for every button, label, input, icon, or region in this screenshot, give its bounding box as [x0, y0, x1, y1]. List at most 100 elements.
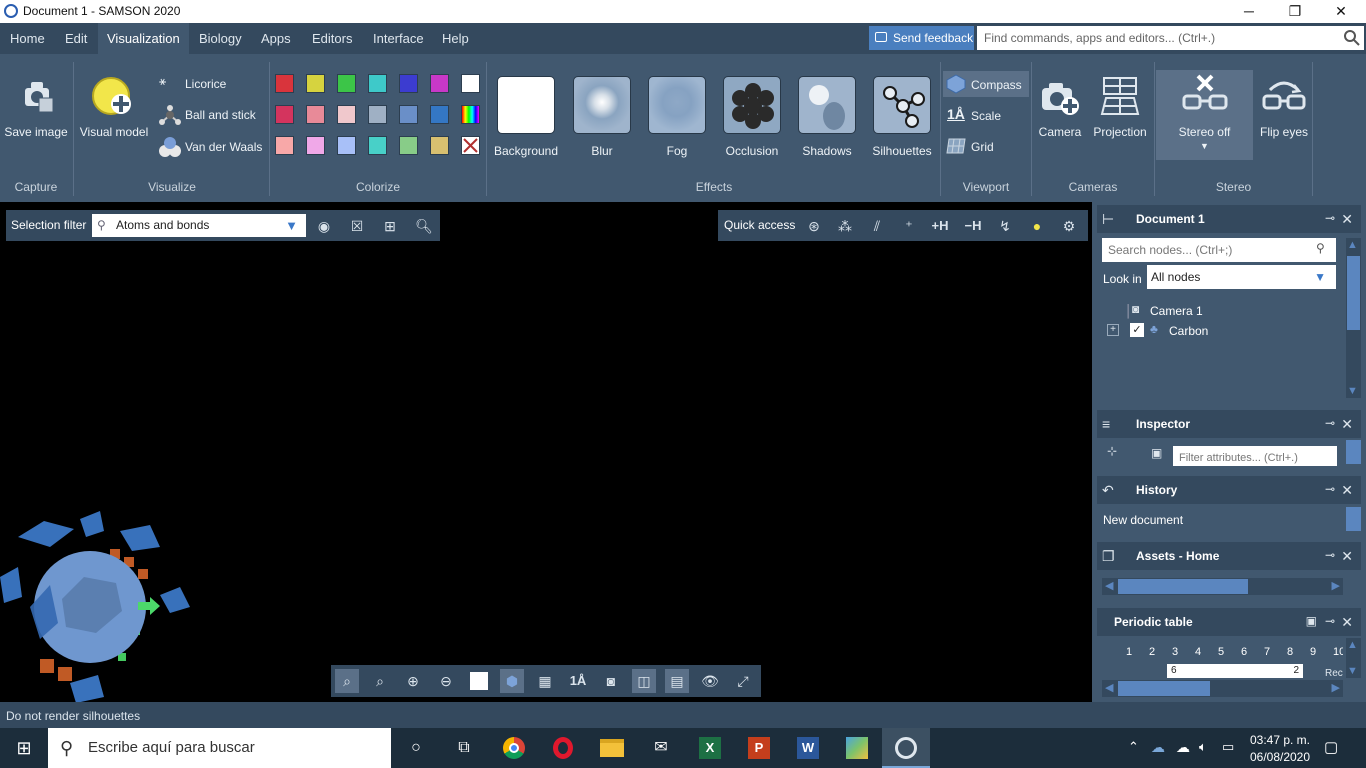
tooltip-toggle-icon[interactable]: ◫: [632, 669, 656, 693]
cloud-sync-icon[interactable]: ☁: [1151, 739, 1165, 756]
color-swatch[interactable]: [430, 136, 449, 155]
remove-hydrogens-button[interactable]: −H: [961, 214, 985, 238]
color-swatch[interactable]: [275, 136, 294, 155]
zoom-in-icon[interactable]: ⊕: [401, 669, 425, 693]
zoom-fit-icon[interactable]: ⌕: [335, 669, 359, 693]
tree-node-carbon[interactable]: Carbon: [1169, 324, 1208, 338]
camera-toggle-icon[interactable]: ◙: [599, 669, 623, 693]
scrollbar[interactable]: [1346, 440, 1361, 464]
save-image-button[interactable]: Save image: [4, 76, 68, 140]
horizontal-scrollbar[interactable]: ◀ ▶: [1102, 680, 1343, 697]
visibility-checkbox[interactable]: ✓: [1130, 323, 1144, 337]
color-swatch[interactable]: [430, 105, 449, 124]
volume-icon[interactable]: 🔈︎: [1199, 739, 1207, 755]
tab-interface[interactable]: Interface: [364, 23, 433, 54]
task-view-icon[interactable]: ⧉: [440, 728, 488, 768]
scale-button[interactable]: 1Å Scale: [943, 104, 1029, 126]
tab-editors[interactable]: Editors: [303, 23, 361, 54]
word-icon[interactable]: W: [784, 728, 832, 768]
occlusion-button[interactable]: Occlusion: [716, 76, 788, 162]
compass-button[interactable]: Compass: [943, 71, 1029, 97]
mail-icon[interactable]: ✉: [637, 728, 685, 768]
notifications-icon[interactable]: ▢: [1324, 738, 1338, 756]
grid-button[interactable]: Grid: [943, 135, 1029, 157]
pin-icon[interactable]: ⊸: [1325, 482, 1335, 496]
color-swatch[interactable]: [275, 74, 294, 93]
zoom-selection-icon[interactable]: ⌕: [368, 669, 392, 693]
shadows-button[interactable]: Shadows: [791, 76, 863, 162]
command-search-input[interactable]: Find commands, apps and editors... (Ctrl…: [977, 26, 1364, 50]
close-icon[interactable]: ✕: [1341, 211, 1353, 228]
node-search-input[interactable]: Search nodes... (Ctrl+;): [1102, 238, 1336, 262]
projection-button[interactable]: Projection: [1089, 76, 1151, 140]
scrollbar[interactable]: ▲ ▼: [1346, 638, 1361, 678]
look-in-dropdown[interactable]: All nodes ▼: [1147, 265, 1336, 289]
add-atoms-icon[interactable]: ⁂: [833, 214, 857, 238]
van-der-waals-button[interactable]: Van der Waals: [157, 136, 267, 158]
visual-model-icon[interactable]: ●: [1025, 214, 1049, 238]
close-button[interactable]: ✕: [1318, 0, 1364, 23]
background-button[interactable]: Background: [490, 76, 562, 162]
color-swatch[interactable]: [306, 105, 325, 124]
tab-apps[interactable]: Apps: [252, 23, 300, 54]
compass-gizmo[interactable]: [0, 507, 200, 707]
panel-toggle-icon[interactable]: ▤: [665, 669, 689, 693]
selection-filter-dropdown[interactable]: ⚲ Atoms and bonds ▼: [92, 214, 306, 237]
color-swatch[interactable]: [337, 136, 356, 155]
close-icon[interactable]: ✕: [1341, 548, 1353, 565]
select-atoms-icon[interactable]: ◉: [312, 214, 336, 238]
taskbar-search-input[interactable]: ⚲ Escribe aquí para buscar: [48, 728, 391, 768]
windows-start-icon[interactable]: ⊞: [0, 728, 48, 768]
tab-visualization[interactable]: Visualization: [98, 23, 189, 54]
color-swatch[interactable]: [430, 74, 449, 93]
add-selection-icon[interactable]: ⊞: [378, 214, 402, 238]
visual-model-button[interactable]: Visual model: [78, 72, 150, 142]
pin-icon[interactable]: ⊸: [1325, 548, 1335, 562]
color-rainbow-swatch[interactable]: [461, 105, 480, 124]
minimize-energy-icon[interactable]: ↯: [993, 214, 1017, 238]
add-hydrogens-button[interactable]: +H: [928, 214, 952, 238]
settings-gear-icon[interactable]: ⚙: [1057, 214, 1081, 238]
color-swatch[interactable]: [337, 74, 356, 93]
color-swatch[interactable]: [306, 136, 325, 155]
network-icon[interactable]: ▭: [1222, 739, 1234, 755]
tray-chevron-icon[interactable]: ⌃: [1128, 739, 1139, 755]
samson-taskbar-icon[interactable]: [882, 728, 930, 768]
close-icon[interactable]: ✕: [1341, 416, 1353, 433]
compass-toggle-icon[interactable]: ⬢: [500, 669, 524, 693]
fog-button[interactable]: Fog: [641, 76, 713, 162]
scrollbar[interactable]: ▲ ▼: [1346, 238, 1361, 398]
cortana-icon[interactable]: ○: [392, 728, 440, 768]
color-swatch[interactable]: [368, 105, 387, 124]
tab-home[interactable]: Home: [1, 23, 54, 54]
scale-toggle-icon[interactable]: 1Å: [566, 669, 590, 693]
charge-icon[interactable]: ⁺: [897, 214, 921, 238]
onedrive-icon[interactable]: ☁: [1176, 739, 1190, 756]
stereo-off-button[interactable]: Stereo off ▼: [1156, 70, 1253, 160]
opera-icon[interactable]: [539, 728, 587, 768]
search-icon[interactable]: [1343, 29, 1361, 47]
color-swatch[interactable]: [306, 74, 325, 93]
attribute-filter-input[interactable]: Filter attributes... (Ctrl+.): [1173, 446, 1337, 466]
color-swatch[interactable]: [275, 105, 294, 124]
color-swatch[interactable]: [337, 105, 356, 124]
scrollbar[interactable]: [1346, 507, 1361, 531]
blur-button[interactable]: Blur: [566, 76, 638, 162]
horizontal-scrollbar[interactable]: ◀ ▶: [1102, 578, 1343, 595]
color-swatch[interactable]: [368, 74, 387, 93]
color-swatch[interactable]: [461, 74, 480, 93]
history-entry[interactable]: New document: [1103, 513, 1183, 527]
tab-help[interactable]: Help: [433, 23, 478, 54]
inspector-filter-icon[interactable]: ▣: [1151, 446, 1162, 460]
send-feedback-button[interactable]: Send feedback: [869, 26, 974, 50]
licorice-button[interactable]: ⚹ Licorice: [157, 74, 267, 94]
color-swatch[interactable]: [368, 136, 387, 155]
expand-icon[interactable]: +: [1107, 324, 1119, 336]
silhouettes-button[interactable]: Silhouettes: [866, 76, 938, 162]
control-panel-icon[interactable]: [833, 728, 881, 768]
fullscreen-icon[interactable]: ⤢: [731, 669, 755, 693]
ball-and-stick-button[interactable]: Ball and stick: [157, 105, 267, 125]
zoom-out-icon[interactable]: ⊖: [434, 669, 458, 693]
bonds-icon[interactable]: ⫽: [865, 214, 889, 238]
chrome-icon[interactable]: [490, 728, 538, 768]
